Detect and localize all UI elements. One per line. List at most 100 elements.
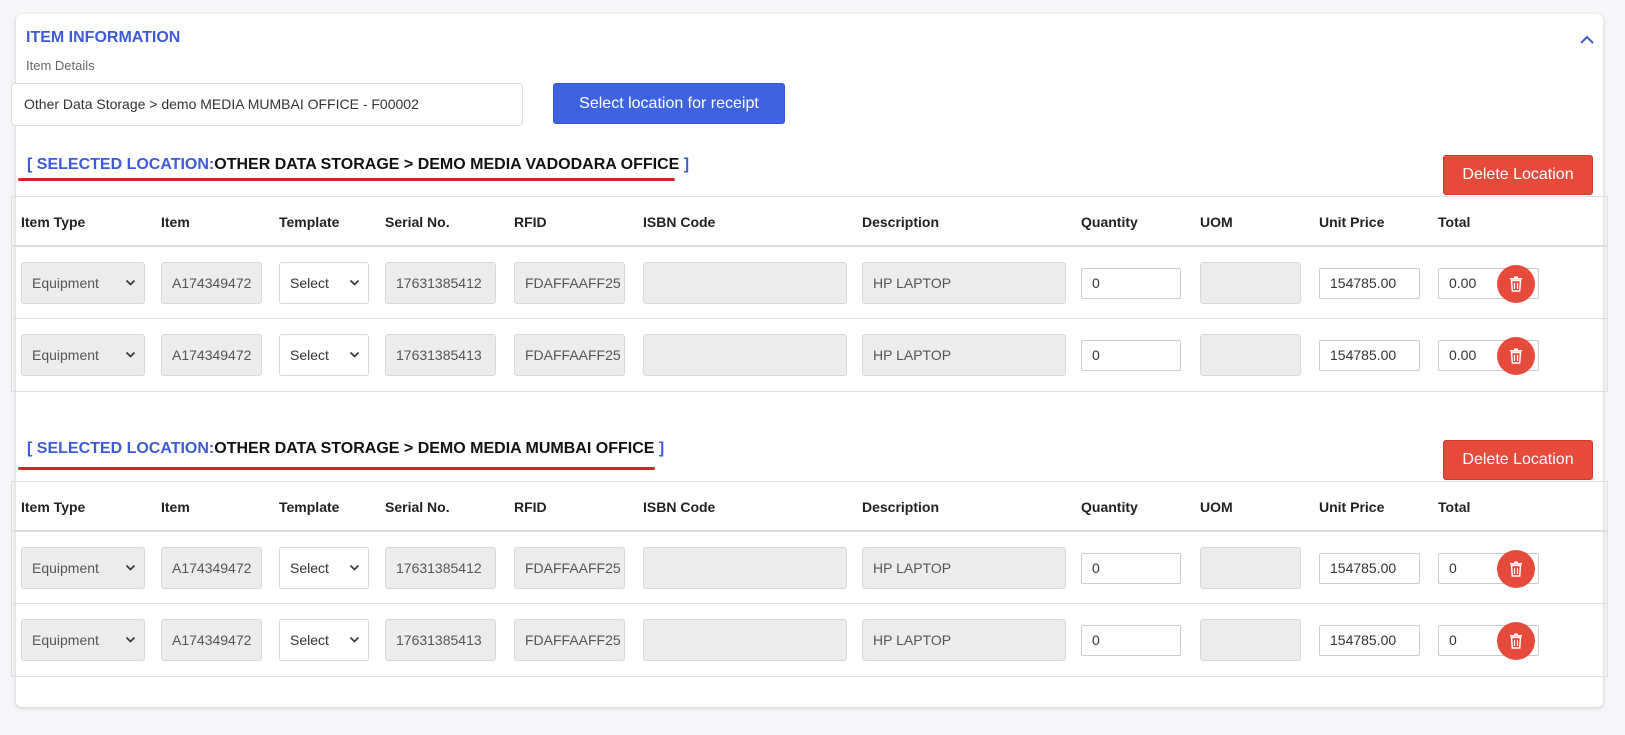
select-value: Equipment <box>32 560 99 576</box>
location-underline <box>18 467 655 470</box>
selected-location-name: OTHER DATA STORAGE > DEMO MEDIA VADODARA… <box>214 156 680 173</box>
unit-price-input[interactable]: 154785.00 <box>1319 625 1420 656</box>
isbn-field <box>643 547 847 589</box>
column-header: Description <box>862 499 940 515</box>
select-value: Select <box>290 275 329 291</box>
selected-location-name: OTHER DATA STORAGE > DEMO MEDIA MUMBAI O… <box>214 440 655 457</box>
chevron-down-icon <box>125 335 136 375</box>
location-underline <box>18 178 675 181</box>
column-header: Item Type <box>21 214 86 230</box>
uom-field <box>1200 262 1301 304</box>
template-select[interactable]: Select <box>279 262 369 304</box>
item-type-select[interactable]: Equipment <box>21 262 145 304</box>
chevron-down-icon <box>349 620 360 660</box>
unit-price-input[interactable]: 154785.00 <box>1319 340 1420 371</box>
location-field[interactable]: Other Data Storage > demo MEDIA MUMBAI O… <box>11 83 523 126</box>
items-table: Item Type Item Template Serial No. RFID ISBN … <box>11 481 1608 677</box>
isbn-field <box>643 262 847 304</box>
column-header: Template <box>279 214 340 230</box>
delete-row-button[interactable] <box>1497 337 1535 375</box>
select-value: Select <box>290 560 329 576</box>
section-subtitle: Item Details <box>26 58 95 73</box>
column-header: UOM <box>1200 499 1233 515</box>
column-header: UOM <box>1200 214 1233 230</box>
table-row: Equipment A174349472 Select 17631385413 FDAF… <box>12 604 1607 676</box>
column-header: ISBN Code <box>643 214 716 230</box>
serial-field: 17631385412 <box>385 262 496 304</box>
column-header: Quantity <box>1081 499 1138 515</box>
serial-field: 17631385413 <box>385 334 496 376</box>
delete-location-button[interactable]: Delete Location <box>1443 440 1593 480</box>
description-field: HP LAPTOP <box>862 262 1066 304</box>
column-header: Item <box>161 214 190 230</box>
table-row: Equipment A174349472 Select 17631385412 FDAF… <box>12 247 1607 319</box>
isbn-field <box>643 334 847 376</box>
select-value: Equipment <box>32 632 99 648</box>
unit-price-input[interactable]: 154785.00 <box>1319 553 1420 584</box>
delete-row-button[interactable] <box>1497 265 1535 303</box>
table-header: Item Type Item Template Serial No. RFID ISBN … <box>12 197 1607 247</box>
rfid-field: FDAFFAAFF25 <box>514 619 625 661</box>
quantity-input[interactable]: 0 <box>1081 268 1181 299</box>
template-select[interactable]: Select <box>279 619 369 661</box>
item-type-select[interactable]: Equipment <box>21 547 145 589</box>
trash-icon <box>1510 348 1522 364</box>
description-field: HP LAPTOP <box>862 334 1066 376</box>
unit-price-input[interactable]: 154785.00 <box>1319 268 1420 299</box>
item-type-select[interactable]: Equipment <box>21 334 145 376</box>
trash-icon <box>1510 633 1522 649</box>
item-type-select[interactable]: Equipment <box>21 619 145 661</box>
selected-location-heading: [ SELECTED LOCATION:OTHER DATA STORAGE >… <box>27 440 665 457</box>
table-row: Equipment A174349472 Select 17631385413 FDAF… <box>12 319 1607 391</box>
column-header: Template <box>279 499 340 515</box>
delete-row-button[interactable] <box>1497 622 1535 660</box>
description-field: HP LAPTOP <box>862 619 1066 661</box>
column-header: Unit Price <box>1319 214 1385 230</box>
column-header: Serial No. <box>385 499 450 515</box>
chevron-down-icon <box>125 620 136 660</box>
selected-location-heading: [ SELECTED LOCATION:OTHER DATA STORAGE >… <box>27 156 690 173</box>
select-value: Select <box>290 632 329 648</box>
chevron-down-icon <box>349 548 360 588</box>
isbn-field <box>643 619 847 661</box>
select-value: Select <box>290 347 329 363</box>
rfid-field: FDAFFAAFF25 <box>514 334 625 376</box>
table-row: Equipment A174349472 Select 17631385412 FDAF… <box>12 532 1607 604</box>
uom-field <box>1200 547 1301 589</box>
trash-icon <box>1510 276 1522 292</box>
delete-location-button[interactable]: Delete Location <box>1443 155 1593 195</box>
chevron-up-icon[interactable] <box>1577 30 1597 50</box>
column-header: Item <box>161 499 190 515</box>
column-header: Description <box>862 214 940 230</box>
template-select[interactable]: Select <box>279 334 369 376</box>
item-field: A174349472 <box>161 334 262 376</box>
column-header: Total <box>1438 499 1471 515</box>
description-field: HP LAPTOP <box>862 547 1066 589</box>
delete-row-button[interactable] <box>1497 550 1535 588</box>
template-select[interactable]: Select <box>279 547 369 589</box>
column-header: Serial No. <box>385 214 450 230</box>
rfid-field: FDAFFAAFF25 <box>514 262 625 304</box>
section-title: ITEM INFORMATION <box>26 29 181 46</box>
item-field: A174349472 <box>161 619 262 661</box>
column-header: ISBN Code <box>643 499 716 515</box>
serial-field: 17631385412 <box>385 547 496 589</box>
select-location-button[interactable]: Select location for receipt <box>553 83 785 124</box>
quantity-input[interactable]: 0 <box>1081 340 1181 371</box>
select-value: Equipment <box>32 347 99 363</box>
column-header: Quantity <box>1081 214 1138 230</box>
chevron-down-icon <box>349 263 360 303</box>
rfid-field: FDAFFAAFF25 <box>514 547 625 589</box>
items-table: Item Type Item Template Serial No. RFID ISBN … <box>11 196 1608 392</box>
uom-field <box>1200 619 1301 661</box>
column-header: RFID <box>514 214 547 230</box>
item-field: A174349472 <box>161 262 262 304</box>
table-header: Item Type Item Template Serial No. RFID ISBN … <box>12 482 1607 532</box>
column-header: Unit Price <box>1319 499 1385 515</box>
quantity-input[interactable]: 0 <box>1081 553 1181 584</box>
column-header: Item Type <box>21 499 86 515</box>
item-field: A174349472 <box>161 547 262 589</box>
trash-icon <box>1510 561 1522 577</box>
chevron-down-icon <box>125 548 136 588</box>
quantity-input[interactable]: 0 <box>1081 625 1181 656</box>
